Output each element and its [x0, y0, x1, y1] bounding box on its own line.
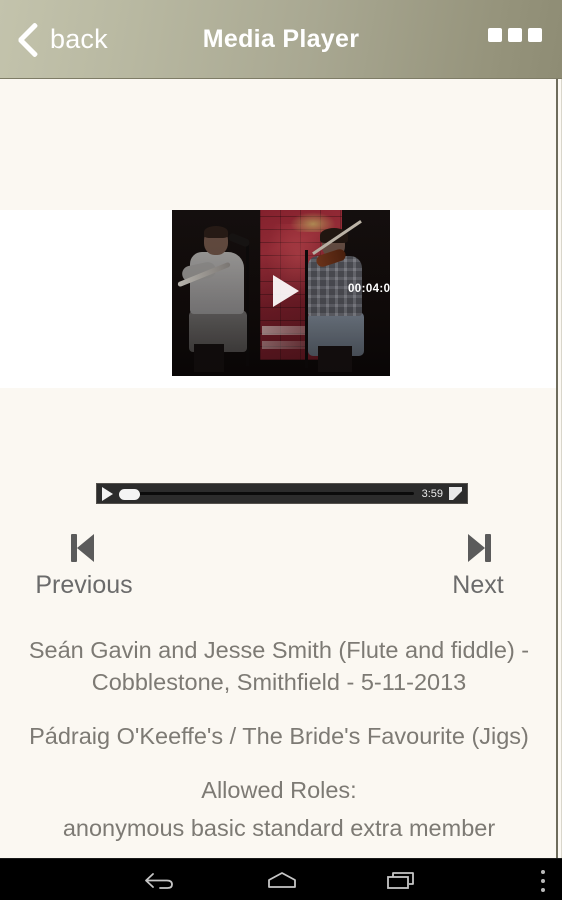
android-navigation-bar: [0, 858, 562, 900]
media-control-bar: 3:59: [96, 483, 468, 504]
content-scroll-area: 00:04:00 3:59 Previous: [0, 79, 562, 858]
overflow-squares-icon[interactable]: [488, 28, 542, 42]
android-back-icon[interactable]: [143, 870, 177, 890]
video-band: 00:04:00: [0, 210, 558, 388]
skip-next-bar: [485, 534, 491, 562]
skip-previous-triangle: [77, 534, 94, 562]
overflow-square-2: [508, 28, 522, 42]
allowed-roles-heading: Allowed Roles:: [201, 777, 357, 803]
seek-handle[interactable]: [119, 489, 140, 500]
video-thumbnail[interactable]: 00:04:00: [172, 210, 390, 376]
overflow-square-1: [488, 28, 502, 42]
allowed-roles-list: anonymous basic standard extra member: [62, 815, 496, 841]
android-overflow-dot-2: [541, 879, 545, 883]
next-button-label: Next: [452, 571, 504, 599]
play-triangle-icon[interactable]: [273, 275, 299, 307]
skip-next-icon: [458, 531, 498, 565]
app-header: back Media Player: [0, 0, 562, 79]
media-info: Seán Gavin and Jesse Smith (Flute and fi…: [0, 634, 558, 844]
next-button[interactable]: Next: [403, 531, 553, 600]
overflow-square-3: [528, 28, 542, 42]
android-overflow-icon[interactable]: [540, 870, 546, 892]
seek-track: [130, 492, 414, 495]
skip-previous-icon: [64, 531, 104, 565]
play-icon[interactable]: [102, 486, 113, 501]
duration-label: 3:59: [421, 487, 443, 500]
previous-button-label: Previous: [35, 571, 133, 599]
seek-slider[interactable]: [119, 487, 414, 500]
fullscreen-icon[interactable]: [449, 487, 462, 500]
media-description: Seán Gavin and Jesse Smith (Flute and fi…: [28, 637, 530, 695]
skip-next-triangle: [468, 534, 485, 562]
vertical-scrollbar[interactable]: [556, 79, 558, 858]
back-button-label: back: [50, 23, 108, 54]
android-overflow-dot-3: [541, 888, 545, 892]
android-recents-icon[interactable]: [385, 870, 419, 890]
back-button[interactable]: back: [0, 0, 108, 78]
chevron-left-icon: [8, 17, 38, 61]
previous-button[interactable]: Previous: [9, 531, 159, 600]
media-player-screen: back Media Player 00:04:0 3:59 Previous …: [0, 0, 562, 900]
video-overlay-time: 00:04:00: [348, 283, 390, 295]
android-home-icon[interactable]: [265, 870, 299, 890]
android-overflow-dot-1: [541, 870, 545, 874]
transport-controls: Previous Next: [0, 531, 558, 613]
media-tunes: Pádraig O'Keeffe's / The Bride's Favouri…: [29, 723, 529, 749]
